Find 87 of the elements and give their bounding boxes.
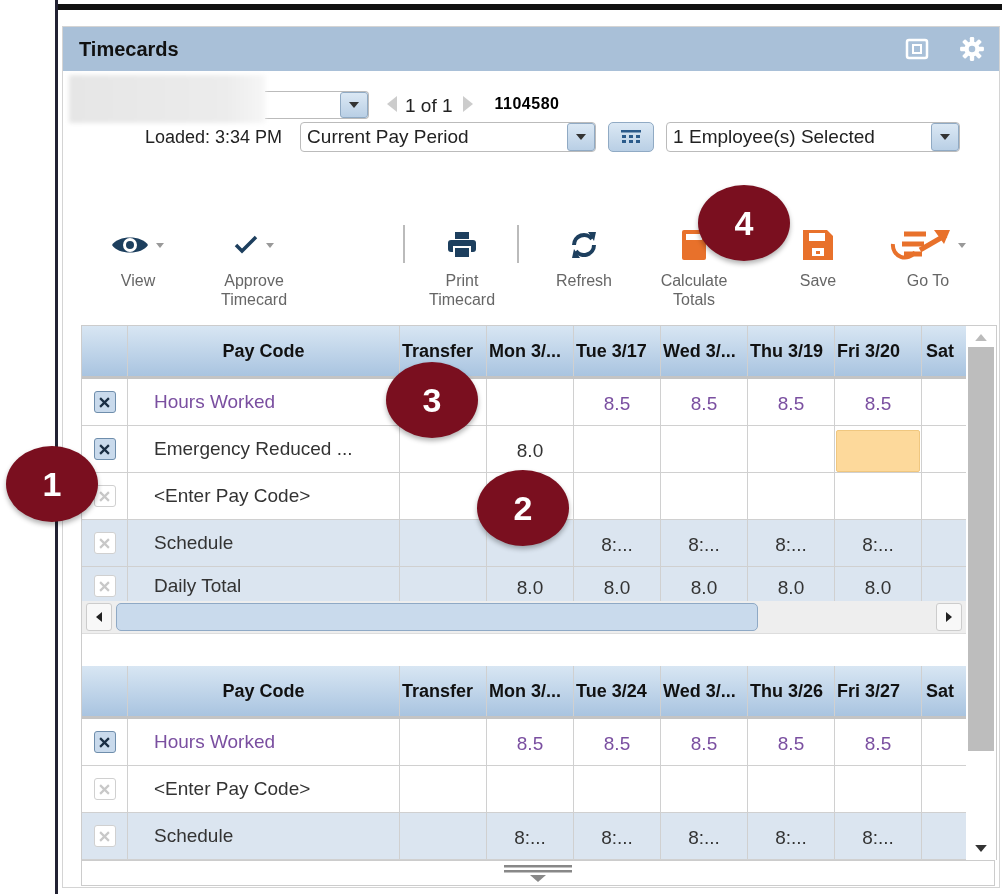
left-arrow-icon — [96, 612, 102, 622]
callout-tooltip: 1 — [6, 446, 98, 522]
column-header[interactable]: Fri 3/20 — [835, 326, 922, 376]
up-arrow-icon — [975, 334, 987, 341]
caret-icon — [349, 102, 359, 108]
pay-code-cell[interactable]: Schedule — [128, 813, 400, 859]
hours-cell[interactable]: 8.5 — [748, 379, 835, 425]
arrow-icon — [890, 230, 950, 260]
hours-cell[interactable]: 8.5 — [487, 719, 574, 765]
column-header[interactable]: Sat — [922, 666, 964, 716]
pay-code-cell[interactable]: <Enter Pay Code> — [128, 473, 400, 519]
column-header[interactable]: Sat — [922, 326, 964, 376]
refresh-button[interactable]: Refresh — [529, 225, 639, 290]
resize-handle-icon[interactable] — [504, 863, 572, 883]
column-header[interactable]: Tue 3/24 — [574, 666, 661, 716]
column-header[interactable]: Wed 3/... — [661, 326, 748, 376]
close-icon — [99, 580, 110, 592]
employee-id: 1104580 — [494, 95, 560, 113]
printer-icon — [448, 232, 476, 258]
loaded-time: Loaded: 3:34 PM — [145, 126, 283, 148]
right-arrow-icon — [946, 612, 952, 622]
delete-row-checkbox[interactable] — [93, 391, 116, 413]
hours-cell[interactable]: 8:... — [661, 813, 748, 859]
highlighted-cell[interactable] — [836, 430, 920, 472]
caret-icon — [940, 134, 951, 140]
horizontal-scrollbar[interactable] — [82, 601, 966, 634]
next-arrow-icon[interactable] — [462, 96, 473, 112]
settings-icon[interactable] — [959, 36, 985, 62]
hours-cell[interactable]: 8.5 — [574, 719, 661, 765]
pay-code-cell[interactable]: <Enter Pay Code> — [128, 766, 400, 812]
hours-cell[interactable]: 8:... — [835, 520, 922, 566]
view-button[interactable]: View — [83, 225, 193, 290]
close-icon — [99, 537, 110, 549]
pay-period-dropdown[interactable]: Current Pay Period — [300, 122, 597, 152]
close-icon — [99, 443, 110, 455]
close-icon — [99, 736, 110, 748]
close-icon — [99, 490, 110, 502]
close-icon — [99, 830, 110, 842]
page-position: 1 of 1 — [405, 95, 453, 117]
hours-cell[interactable]: 8.5 — [835, 379, 922, 425]
column-header[interactable]: Thu 3/19 — [748, 326, 835, 376]
calendar-button[interactable] — [608, 122, 655, 152]
caret-icon — [576, 134, 587, 140]
hours-cell[interactable]: 8.5 — [661, 379, 748, 425]
hours-cell[interactable]: 8.5 — [574, 379, 661, 425]
go-to-button[interactable]: Go To — [873, 225, 983, 290]
column-header[interactable]: Tue 3/17 — [574, 326, 661, 376]
delete-row-checkbox[interactable] — [93, 532, 116, 554]
maximize-icon[interactable] — [905, 37, 929, 61]
employee-selection-dropdown[interactable]: 1 Employee(s) Selected — [666, 122, 961, 152]
print-button[interactable]: Print Timecard — [407, 225, 517, 309]
employee-dropdown[interactable] — [265, 91, 369, 119]
hours-cell[interactable]: 8:... — [748, 813, 835, 859]
pay-code-cell[interactable]: Hours Worked — [128, 719, 400, 765]
delete-row-checkbox[interactable] — [93, 575, 116, 597]
hours-cell[interactable]: 8:... — [574, 520, 661, 566]
hours-cell[interactable]: 8.5 — [661, 719, 748, 765]
column-header[interactable]: Mon 3/... — [487, 326, 574, 376]
pay-code-cell[interactable]: Emergency Reduced ... — [128, 426, 400, 472]
calculator-icon — [682, 230, 706, 260]
hours-cell[interactable]: 8:... — [748, 520, 835, 566]
delete-row-checkbox[interactable] — [93, 778, 116, 800]
column-header[interactable]: Thu 3/26 — [748, 666, 835, 716]
approve-button[interactable]: Approve Timecard — [199, 225, 309, 309]
hours-cell[interactable]: 8:... — [661, 520, 748, 566]
delete-row-checkbox[interactable] — [93, 485, 116, 507]
delete-row-checkbox[interactable] — [93, 438, 116, 460]
delete-row-checkbox[interactable] — [93, 825, 116, 847]
previous-arrow-icon[interactable] — [387, 96, 397, 112]
hours-cell[interactable]: 8:... — [835, 813, 922, 859]
hours-cell[interactable]: 8.5 — [748, 719, 835, 765]
column-header[interactable]: Fri 3/27 — [835, 666, 922, 716]
close-icon — [99, 783, 110, 795]
column-header[interactable]: Transfer — [400, 666, 487, 716]
column-header[interactable]: Pay Code — [128, 666, 400, 716]
down-arrow-icon — [975, 845, 987, 852]
hours-cell[interactable]: 8.5 — [835, 719, 922, 765]
delete-row-checkbox[interactable] — [93, 731, 116, 753]
hours-cell[interactable]: 8:... — [574, 813, 661, 859]
hours-cell[interactable]: 8:... — [487, 813, 574, 859]
pay-code-cell[interactable]: Schedule — [128, 520, 400, 566]
close-icon — [99, 396, 110, 408]
checkmark-icon — [234, 235, 258, 255]
panel-title: Timecards — [79, 37, 180, 61]
column-header[interactable]: Wed 3/... — [661, 666, 748, 716]
column-header[interactable]: Mon 3/... — [487, 666, 574, 716]
calendar-grid-icon — [621, 130, 642, 144]
